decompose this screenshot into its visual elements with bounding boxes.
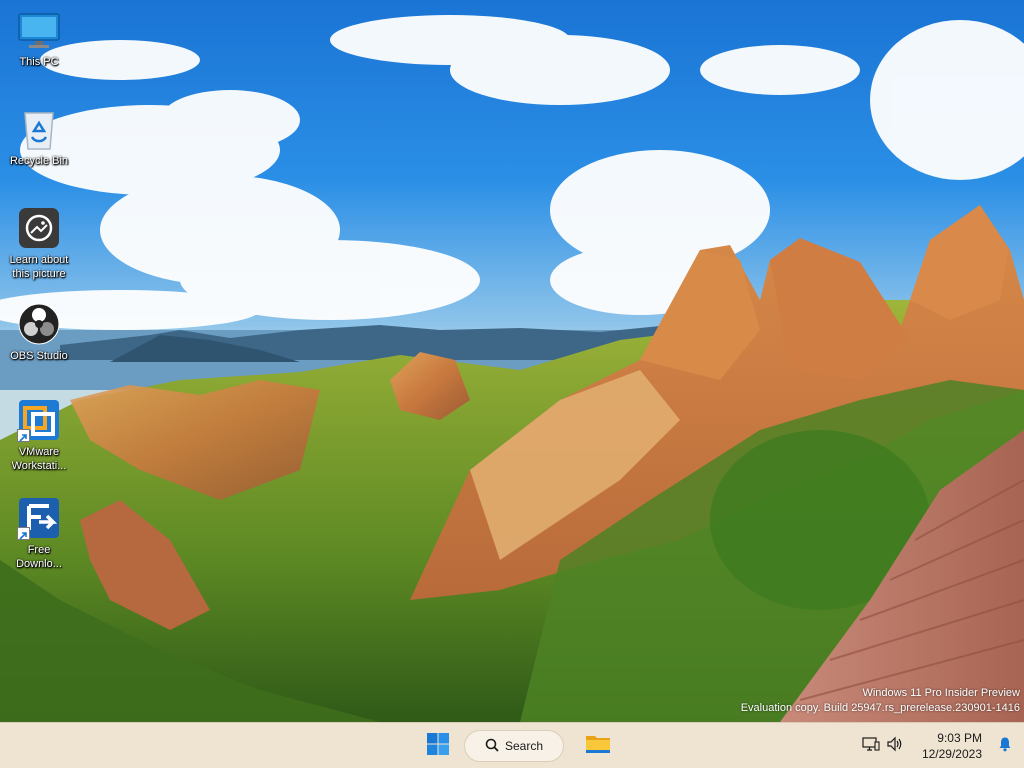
free-download-manager-icon — [17, 496, 61, 540]
evaluation-watermark: Windows 11 Pro Insider Preview Evaluatio… — [741, 686, 1020, 716]
file-explorer-button[interactable] — [578, 728, 618, 764]
desktop-icon-label: Learn about this picture — [9, 254, 69, 280]
desktop-icon-label: Recycle Bin — [9, 155, 69, 167]
desktop-icon-recycle-bin[interactable]: Recycle Bin — [4, 103, 74, 191]
clock[interactable]: 9:03 PM 12/29/2023 — [922, 730, 982, 762]
monitor-icon — [17, 8, 61, 52]
obs-icon — [17, 302, 61, 346]
windows-logo-icon — [426, 732, 450, 761]
search-label: Search — [504, 739, 544, 753]
desktop-icon-obs-studio[interactable]: OBS Studio — [4, 298, 74, 386]
notifications-button[interactable] — [992, 731, 1018, 761]
desktop-icon-this-pc[interactable]: This PC — [4, 4, 74, 92]
wallpaper-image — [0, 0, 1024, 722]
camera-icon — [17, 206, 61, 250]
vmware-icon — [17, 398, 61, 442]
file-explorer-icon — [585, 732, 611, 761]
device-icon — [862, 736, 880, 757]
recycle-bin-icon — [17, 107, 61, 151]
desktop-icon-learn-about-picture[interactable]: Learn about this picture — [4, 202, 74, 290]
shortcut-arrow-icon — [17, 527, 30, 540]
taskbar: Search 9:03 PM 12/29/2023 — [0, 722, 1024, 768]
shortcut-arrow-icon — [17, 429, 30, 442]
system-tray: 9:03 PM 12/29/2023 — [858, 723, 1024, 768]
search-icon — [485, 738, 499, 755]
desktop-icon-label: Free Downlo... — [16, 544, 62, 570]
bell-icon — [997, 736, 1013, 757]
quick-settings-button[interactable] — [858, 731, 908, 761]
taskbar-center: Search — [418, 728, 618, 764]
desktop[interactable]: This PC Recycle Bin Learn about this pic… — [0, 0, 1024, 722]
clock-time: 9:03 PM — [937, 731, 982, 745]
desktop-icon-vmware[interactable]: VMware Workstati... — [4, 394, 74, 482]
start-button[interactable] — [418, 728, 458, 764]
clock-date: 12/29/2023 — [921, 747, 982, 761]
desktop-icon-label: OBS Studio — [10, 350, 68, 362]
desktop-icon-label: This PC — [19, 56, 59, 68]
desktop-icon-label: VMware Workstati... — [11, 446, 67, 472]
desktop-icon-free-download-manager[interactable]: Free Downlo... — [4, 492, 74, 580]
volume-icon — [886, 736, 904, 757]
watermark-build: Evaluation copy. Build 25947.rs_prerelea… — [740, 702, 1020, 714]
watermark-edition: Windows 11 Pro Insider Preview — [862, 687, 1020, 699]
search-button[interactable]: Search — [464, 730, 564, 762]
